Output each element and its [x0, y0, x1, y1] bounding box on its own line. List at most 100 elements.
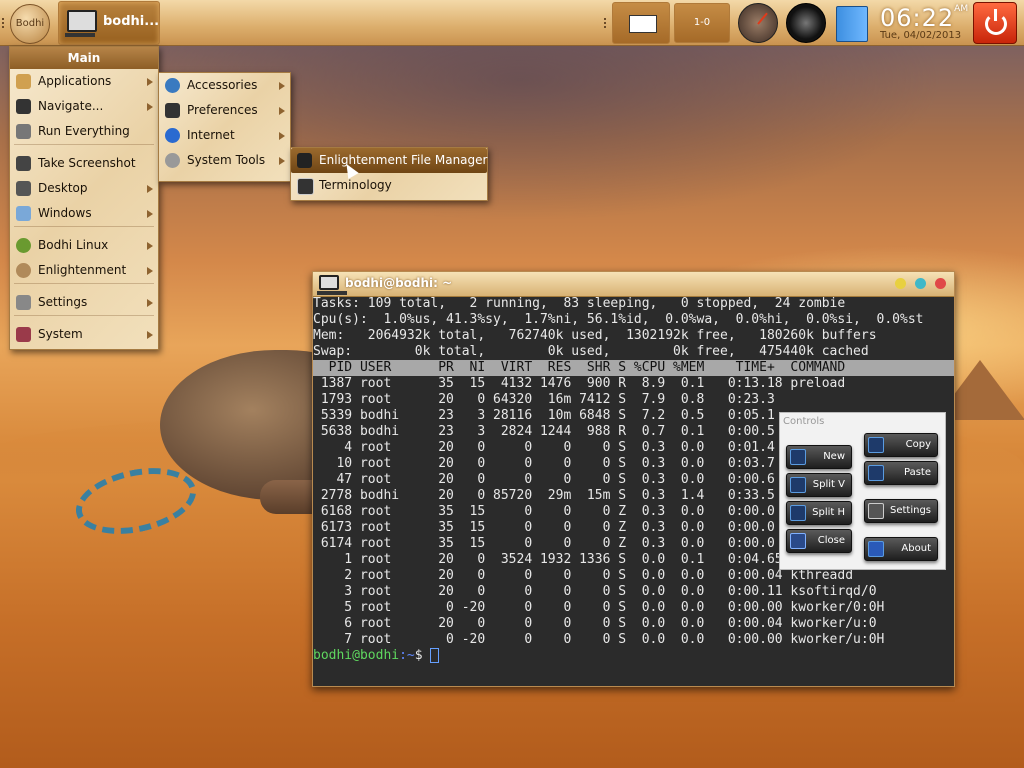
menu-item-terminology[interactable]: Terminology — [291, 173, 487, 198]
menu-item-navigate[interactable]: Navigate... — [10, 94, 158, 119]
submenu-arrow-icon — [147, 210, 153, 218]
menu-item-windows[interactable]: Windows — [10, 201, 158, 226]
terminal-icon — [65, 10, 97, 37]
start-button-label: Bodhi — [15, 18, 45, 29]
split-horizontal-icon — [790, 505, 806, 521]
system-icon — [16, 327, 31, 342]
clock-gadget[interactable]: 06:22AM Tue, 04/02/2013 — [880, 4, 970, 44]
submenu-arrow-icon — [147, 331, 153, 339]
split-v-button[interactable]: Split V — [786, 473, 852, 497]
prompt-user: bodhi@bodhi — [313, 648, 400, 663]
settings-button[interactable]: Settings — [864, 499, 938, 523]
battery-icon[interactable] — [836, 6, 868, 42]
wrench-icon — [868, 503, 884, 519]
split-vertical-icon — [790, 477, 806, 493]
close-terminal-button[interactable]: Close — [786, 529, 852, 553]
copy-button[interactable]: Copy — [864, 433, 938, 457]
menu-item-enlightenment-file-manager[interactable]: Enlightenment File Manager — [291, 148, 487, 173]
gear-icon — [165, 153, 180, 168]
menu-item-take-screenshot[interactable]: Take Screenshot — [10, 151, 158, 176]
terminal-icon — [297, 178, 314, 195]
terminal-icon — [317, 275, 347, 295]
menu-item-settings[interactable]: Settings — [10, 290, 158, 315]
top-summary-line: Tasks: 109 total, 2 running, 83 sleeping… — [313, 296, 846, 311]
maximize-button[interactable] — [915, 278, 926, 289]
menu-item-preferences[interactable]: Preferences — [159, 98, 290, 123]
power-button[interactable] — [973, 2, 1017, 44]
shelf-grip-icon[interactable] — [604, 18, 610, 28]
minimize-button[interactable] — [895, 278, 906, 289]
menu-item-label: Run Everything — [38, 124, 130, 138]
menu-item-label: Terminology — [319, 178, 392, 192]
gauge-needle — [757, 12, 768, 25]
button-label: Close — [817, 535, 845, 546]
menu-separator — [14, 315, 154, 322]
prompt-symbol: $ — [414, 648, 431, 663]
taskbar-item-label: bodhi... — [103, 14, 160, 29]
menu-item-internet[interactable]: Internet — [159, 123, 290, 148]
paste-button[interactable]: Paste — [864, 461, 938, 485]
button-label: Split V — [812, 479, 845, 490]
menu-item-enlightenment[interactable]: Enlightenment — [10, 258, 158, 283]
close-button[interactable] — [935, 278, 946, 289]
menu-separator — [14, 144, 154, 151]
windows-icon — [16, 206, 31, 221]
navigate-icon — [16, 99, 31, 114]
volume-speaker-icon[interactable] — [786, 3, 826, 43]
button-label: Split H — [812, 507, 845, 518]
terminal-titlebar[interactable]: bodhi@bodhi: ~ — [313, 272, 954, 297]
applications-submenu: Accessories Preferences Internet System … — [158, 72, 291, 182]
new-button[interactable]: New — [786, 445, 852, 469]
process-row: 3 root 20 0 0 0 0 S 0.0 0.0 0:00.11 ksof… — [313, 584, 877, 599]
about-button[interactable]: About — [864, 537, 938, 561]
submenu-arrow-icon — [147, 78, 153, 86]
clock-date: Tue, 04/02/2013 — [880, 30, 962, 41]
button-label: About — [901, 543, 931, 554]
shelf-grip-icon[interactable] — [2, 18, 8, 28]
button-label: Settings — [889, 505, 931, 516]
menu-item-label: Navigate... — [38, 99, 104, 113]
menu-item-system[interactable]: System — [10, 322, 158, 347]
menu-item-bodhi-linux[interactable]: Bodhi Linux — [10, 233, 158, 258]
taskbar-item-terminal[interactable]: bodhi... — [58, 1, 160, 45]
menu-item-run-everything[interactable]: Run Everything — [10, 119, 158, 144]
top-summary-line: Swap: 0k total, 0k used, 0k free, 475440… — [313, 344, 869, 359]
button-label: Paste — [904, 467, 931, 478]
bodhi-icon — [16, 238, 31, 253]
process-row: 5 root 0 -20 0 0 0 S 0.0 0.0 0:00.00 kwo… — [313, 600, 885, 615]
menu-item-label: Settings — [38, 295, 88, 309]
menu-item-label: Windows — [38, 206, 92, 220]
start-button[interactable]: Bodhi — [10, 4, 50, 44]
system-tools-submenu: Enlightenment File Manager Terminology — [290, 147, 488, 201]
process-row: 2 root 20 0 0 0 0 S 0.0 0.0 0:00.04 kthr… — [313, 568, 854, 583]
prompt-path: :~ — [399, 648, 415, 663]
run-icon — [16, 124, 31, 139]
menu-item-system-tools[interactable]: System Tools — [159, 148, 290, 173]
menu-item-accessories[interactable]: Accessories — [159, 73, 290, 98]
button-label: New — [823, 451, 845, 462]
menu-separator — [14, 283, 154, 290]
new-window-icon — [790, 449, 806, 465]
pager-gadget[interactable]: 1-0 — [674, 3, 730, 43]
shell-prompt[interactable]: bodhi@bodhi:~$ — [313, 648, 954, 664]
paste-icon — [868, 465, 884, 481]
submenu-arrow-icon — [147, 242, 153, 250]
menu-item-label: Desktop — [38, 181, 88, 195]
submenu-arrow-icon — [279, 107, 285, 115]
submenu-arrow-icon — [147, 267, 153, 275]
main-menu-title: Main — [10, 47, 158, 69]
enlightenment-icon — [16, 263, 31, 278]
menu-item-label: Internet — [187, 128, 235, 142]
desktop-preview-gadget[interactable] — [612, 2, 670, 44]
file-manager-icon — [297, 153, 312, 168]
process-row: 7 root 0 -20 0 0 0 S 0.0 0.0 0:00.00 kwo… — [313, 632, 885, 647]
menu-item-applications[interactable]: Applications — [10, 69, 158, 94]
terminal-title: bodhi@bodhi: ~ — [345, 276, 453, 290]
submenu-arrow-icon — [279, 82, 285, 90]
split-h-button[interactable]: Split H — [786, 501, 852, 525]
submenu-arrow-icon — [279, 132, 285, 140]
process-row: 6 root 20 0 0 0 0 S 0.0 0.0 0:00.04 kwor… — [313, 616, 877, 631]
menu-item-desktop[interactable]: Desktop — [10, 176, 158, 201]
cpu-gauge-icon[interactable] — [738, 3, 778, 43]
process-table-header: PID USER PR NI VIRT RES SHR S %CPU %MEM … — [313, 360, 954, 376]
